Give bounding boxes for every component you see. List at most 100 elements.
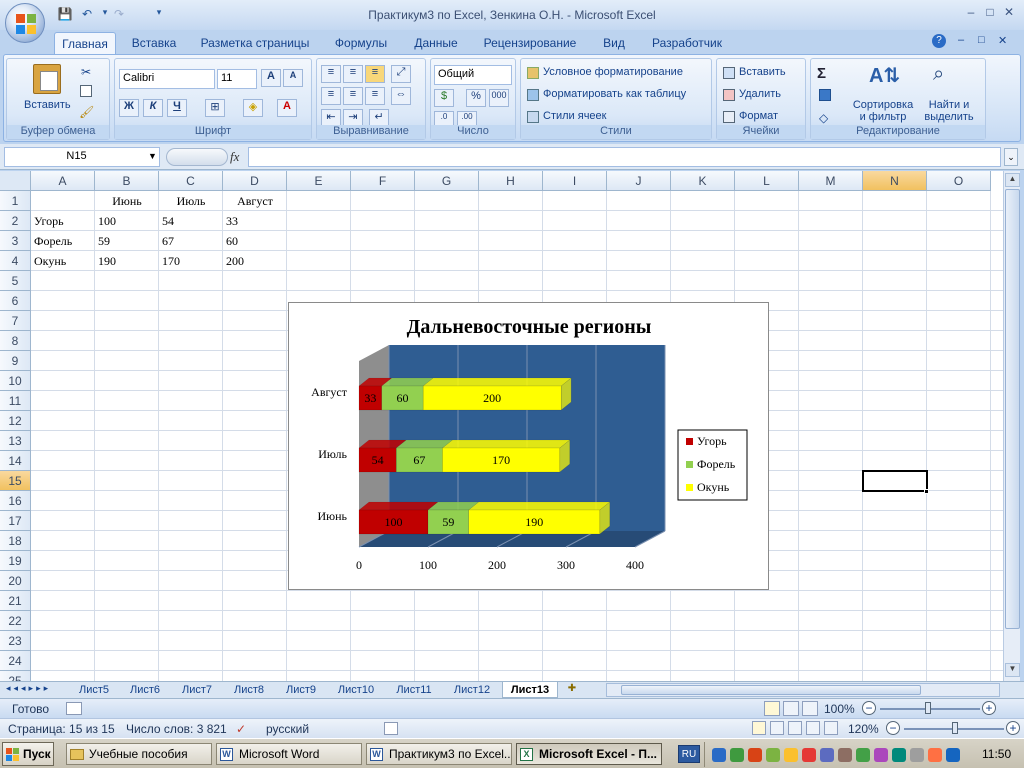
zoom-slider-thumb[interactable] [925, 702, 931, 714]
currency-icon[interactable]: $ [434, 89, 454, 107]
row-header[interactable]: 2 [0, 211, 31, 231]
autosum-button[interactable]: Σ [817, 65, 826, 82]
taskbar-excel[interactable]: Microsoft Excel - П... [516, 743, 662, 765]
formula-input[interactable] [248, 147, 1001, 167]
column-header[interactable]: I [543, 171, 607, 191]
active-cell[interactable] [862, 470, 928, 492]
column-header[interactable]: C [159, 171, 223, 191]
delete-cells-button[interactable]: Удалить [739, 88, 781, 100]
tray-security-icon[interactable] [730, 748, 744, 762]
save-icon[interactable]: 💾 [56, 7, 74, 23]
conditional-formatting-button[interactable]: Условное форматирование [543, 66, 683, 78]
cell-d2[interactable]: 33 [223, 211, 287, 231]
page-layout-view-icon[interactable] [783, 701, 799, 716]
customize-qat-icon[interactable]: ▾ [150, 7, 168, 23]
word-count[interactable]: Число слов: 3 821 [126, 722, 227, 736]
orientation-icon[interactable]: ⤢ [391, 65, 411, 83]
column-header[interactable]: G [415, 171, 479, 191]
row-header[interactable]: 14 [0, 451, 31, 471]
sheet-tab[interactable]: Лист11 [386, 682, 442, 698]
language-bar[interactable]: RU [678, 745, 700, 763]
column-header[interactable]: L [735, 171, 799, 191]
row-header[interactable]: 12 [0, 411, 31, 431]
align-bottom-icon[interactable]: ≡ [365, 65, 385, 83]
align-center-icon[interactable]: ≡ [343, 87, 363, 105]
row-header[interactable]: 18 [0, 531, 31, 551]
column-header[interactable]: K [671, 171, 735, 191]
cell-a4[interactable]: Окунь [31, 251, 95, 271]
merge-center-icon[interactable]: ⇔ [391, 87, 411, 105]
word-zoom-in-icon[interactable]: + [1006, 721, 1020, 735]
row-header[interactable]: 5 [0, 271, 31, 291]
row-header[interactable]: 16 [0, 491, 31, 511]
column-header[interactable]: O [927, 171, 991, 191]
sheet-tab[interactable]: Лист9 [276, 682, 326, 698]
column-header[interactable]: E [287, 171, 351, 191]
paste-button[interactable]: Вставить [24, 99, 71, 111]
row-header[interactable]: 13 [0, 431, 31, 451]
row-header[interactable]: 9 [0, 351, 31, 371]
font-size-select[interactable]: 11 [217, 69, 257, 89]
cell-c2[interactable]: 54 [159, 211, 223, 231]
grow-font-icon[interactable]: A [261, 69, 281, 87]
row-header[interactable]: 8 [0, 331, 31, 351]
font-name-select[interactable]: Calibri [119, 69, 215, 89]
horizontal-scroll-thumb[interactable] [621, 685, 921, 695]
column-header[interactable]: A [31, 171, 95, 191]
column-header[interactable]: F [351, 171, 415, 191]
vertical-scrollbar[interactable]: ▲ ▼ [1003, 171, 1020, 681]
tray-print-icon[interactable] [892, 748, 906, 762]
column-header[interactable]: J [607, 171, 671, 191]
clear-icon[interactable]: ◇ [819, 111, 828, 125]
fill-handle[interactable] [924, 489, 929, 494]
language-indicator[interactable]: русский [266, 722, 309, 736]
name-box-dropdown-icon[interactable]: ▼ [148, 151, 157, 161]
word-zoom-level[interactable]: 120% [848, 722, 879, 736]
insert-cells-button[interactable]: Вставить [739, 66, 786, 78]
undo-icon[interactable]: ↶ [78, 7, 96, 23]
vertical-scroll-thumb[interactable] [1005, 189, 1020, 629]
sort-filter-button[interactable]: Сортировка и фильтр [849, 99, 917, 123]
row-header[interactable]: 7 [0, 311, 31, 331]
row-header[interactable]: 24 [0, 651, 31, 671]
shrink-font-icon[interactable]: A [283, 69, 303, 87]
fill-color-icon[interactable]: ◈ [243, 99, 263, 117]
insert-sheet-icon[interactable]: ✚ [562, 683, 582, 697]
tray-app-icon[interactable] [874, 748, 888, 762]
spelling-icon[interactable]: ✓ [236, 722, 246, 736]
cell-b1[interactable]: Июнь [95, 191, 159, 211]
sheet-tab[interactable]: Лист10 [328, 682, 384, 698]
format-painter-icon[interactable]: 🖌 [79, 105, 94, 119]
tray-antivirus-icon[interactable] [748, 748, 762, 762]
italic-button[interactable]: К [143, 99, 163, 117]
row-header[interactable]: 21 [0, 591, 31, 611]
tab-view[interactable]: Вид [594, 32, 634, 54]
row-header[interactable]: 15 [0, 471, 31, 491]
cell-d1[interactable]: Август [223, 191, 287, 211]
horizontal-scrollbar[interactable] [606, 683, 1000, 697]
column-header[interactable]: D [223, 171, 287, 191]
tab-page-layout[interactable]: Разметка страницы [196, 32, 314, 54]
tray-update-icon[interactable] [766, 748, 780, 762]
font-color-icon[interactable]: A [277, 99, 297, 117]
zoom-level[interactable]: 100% [824, 702, 855, 716]
redo-icon[interactable]: ↷ [110, 7, 128, 23]
cut-icon[interactable]: ✂ [81, 65, 91, 79]
page-indicator[interactable]: Страница: 15 из 15 [8, 722, 115, 736]
workbook-close-button[interactable]: ✕ [998, 34, 1007, 47]
align-left-icon[interactable]: ≡ [321, 87, 341, 105]
chart-object[interactable]: 0 100 200 300 400 Дальневосточные регионы Июнь… [288, 302, 769, 590]
minimize-button[interactable]: – [962, 5, 980, 21]
cell-b2[interactable]: 100 [95, 211, 159, 231]
word-zoom-thumb[interactable] [952, 722, 958, 734]
row-header[interactable]: 4 [0, 251, 31, 271]
sheet-nav-icon[interactable]: ◂◂◂▸▸▸ [6, 683, 51, 694]
word-macro-icon[interactable] [384, 722, 398, 735]
outline-view-icon[interactable] [806, 721, 820, 735]
tray-bluetooth-icon[interactable] [946, 748, 960, 762]
tray-device-icon[interactable] [838, 748, 852, 762]
tab-insert[interactable]: Вставка [124, 32, 184, 54]
column-header[interactable]: M [799, 171, 863, 191]
row-header[interactable]: 3 [0, 231, 31, 251]
cell-c1[interactable]: Июль [159, 191, 223, 211]
